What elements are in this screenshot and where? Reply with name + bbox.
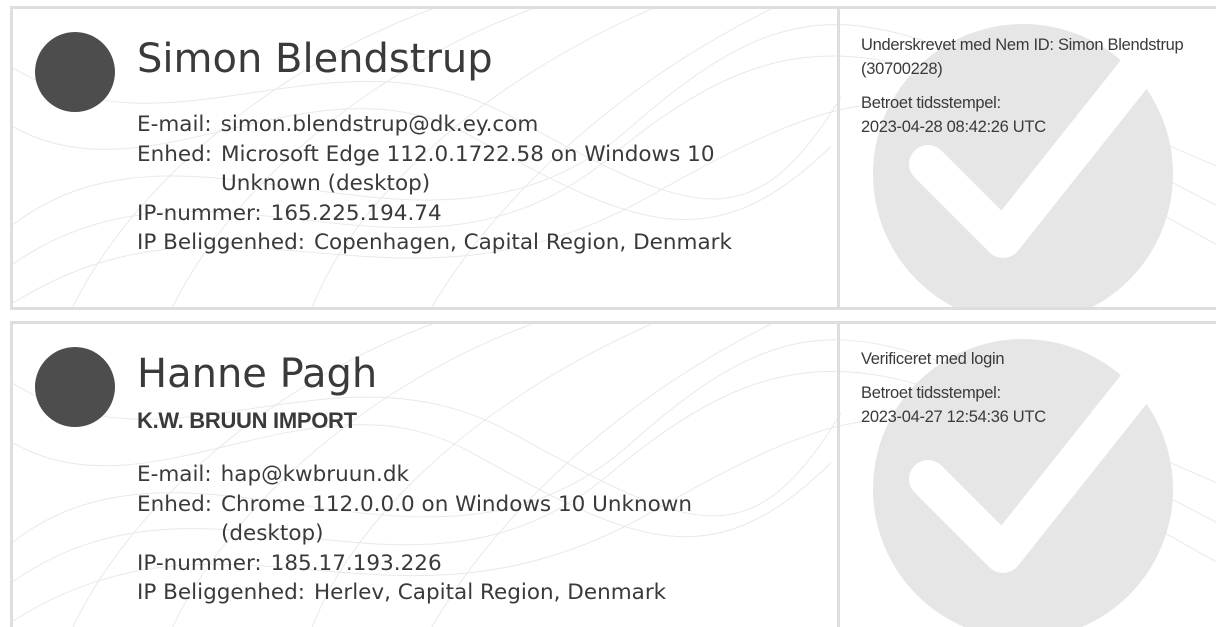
timestamp-block: Betroet tidsstempel: 2023-04-28 08:42:26… [861, 91, 1201, 139]
device-row: Enhed: Microsoft Edge 112.0.1722.58 on W… [137, 140, 741, 199]
signature-details: Verificeret med login Betroet tidsstempe… [861, 347, 1201, 439]
signer-name: Hanne Pagh [137, 351, 378, 397]
timestamp-value: 2023-04-28 08:42:26 UTC [861, 118, 1046, 136]
timestamp-value: 2023-04-27 12:54:36 UTC [861, 408, 1046, 426]
location-value: Herlev, Capital Region, Denmark [313, 580, 667, 605]
column-divider [837, 324, 840, 627]
device-label: Enhed: [137, 491, 212, 517]
device-label: Enhed: [137, 141, 212, 167]
signer-name: Simon Blendstrup [137, 36, 493, 82]
signature-details: Underskrevet med Nem ID: Simon Blendstru… [861, 33, 1201, 149]
signer-card-1: Simon Blendstrup E-mail: simon.blendstru… [10, 6, 1216, 310]
signer-company: K.W. BRUUN IMPORT [137, 408, 357, 433]
email-row: E-mail: hap@kwbruun.dk [137, 460, 721, 490]
column-divider [837, 9, 840, 307]
timestamp-block: Betroet tidsstempel: 2023-04-27 12:54:36… [861, 381, 1201, 429]
verification-text: Underskrevet med Nem ID: Simon Blendstru… [861, 36, 1184, 78]
location-value: Copenhagen, Capital Region, Denmark [313, 230, 732, 255]
device-row: Enhed: Chrome 112.0.0.0 on Windows 10 Un… [137, 490, 721, 549]
signer-info: E-mail: simon.blendstrup@dk.ey.com Enhed… [137, 110, 741, 258]
avatar [35, 32, 115, 112]
location-label: IP Beliggenhed: [137, 230, 305, 255]
timestamp-label: Betroet tidsstempel: [861, 384, 1001, 402]
email-row: E-mail: simon.blendstrup@dk.ey.com [137, 110, 741, 140]
ip-value: 185.17.193.226 [270, 550, 442, 576]
ip-row: IP-nummer: 165.225.194.74 [137, 199, 741, 229]
signer-card-2: Hanne Pagh K.W. BRUUN IMPORT E-mail: hap… [10, 321, 1216, 627]
email-label: E-mail: [137, 112, 212, 137]
email-value: simon.blendstrup@dk.ey.com [220, 112, 539, 137]
email-label: E-mail: [137, 462, 212, 487]
signer-info: E-mail: hap@kwbruun.dk Enhed: Chrome 112… [137, 460, 721, 608]
ip-label: IP-nummer: [137, 550, 262, 576]
location-row: IP Beliggenhed: Copenhagen, Capital Regi… [137, 228, 741, 258]
location-row: IP Beliggenhed: Herlev, Capital Region, … [137, 578, 721, 608]
verification-text: Verificeret med login [861, 350, 1005, 368]
email-value: hap@kwbruun.dk [220, 462, 409, 487]
ip-row: IP-nummer: 185.17.193.226 [137, 549, 721, 579]
avatar [35, 347, 115, 427]
ip-value: 165.225.194.74 [270, 200, 442, 226]
device-value: Chrome 112.0.0.0 on Windows 10 Unknown (… [220, 491, 692, 547]
location-label: IP Beliggenhed: [137, 580, 305, 605]
device-value: Microsoft Edge 112.0.1722.58 on Windows … [220, 141, 715, 197]
timestamp-label: Betroet tidsstempel: [861, 94, 1001, 112]
ip-label: IP-nummer: [137, 200, 262, 226]
